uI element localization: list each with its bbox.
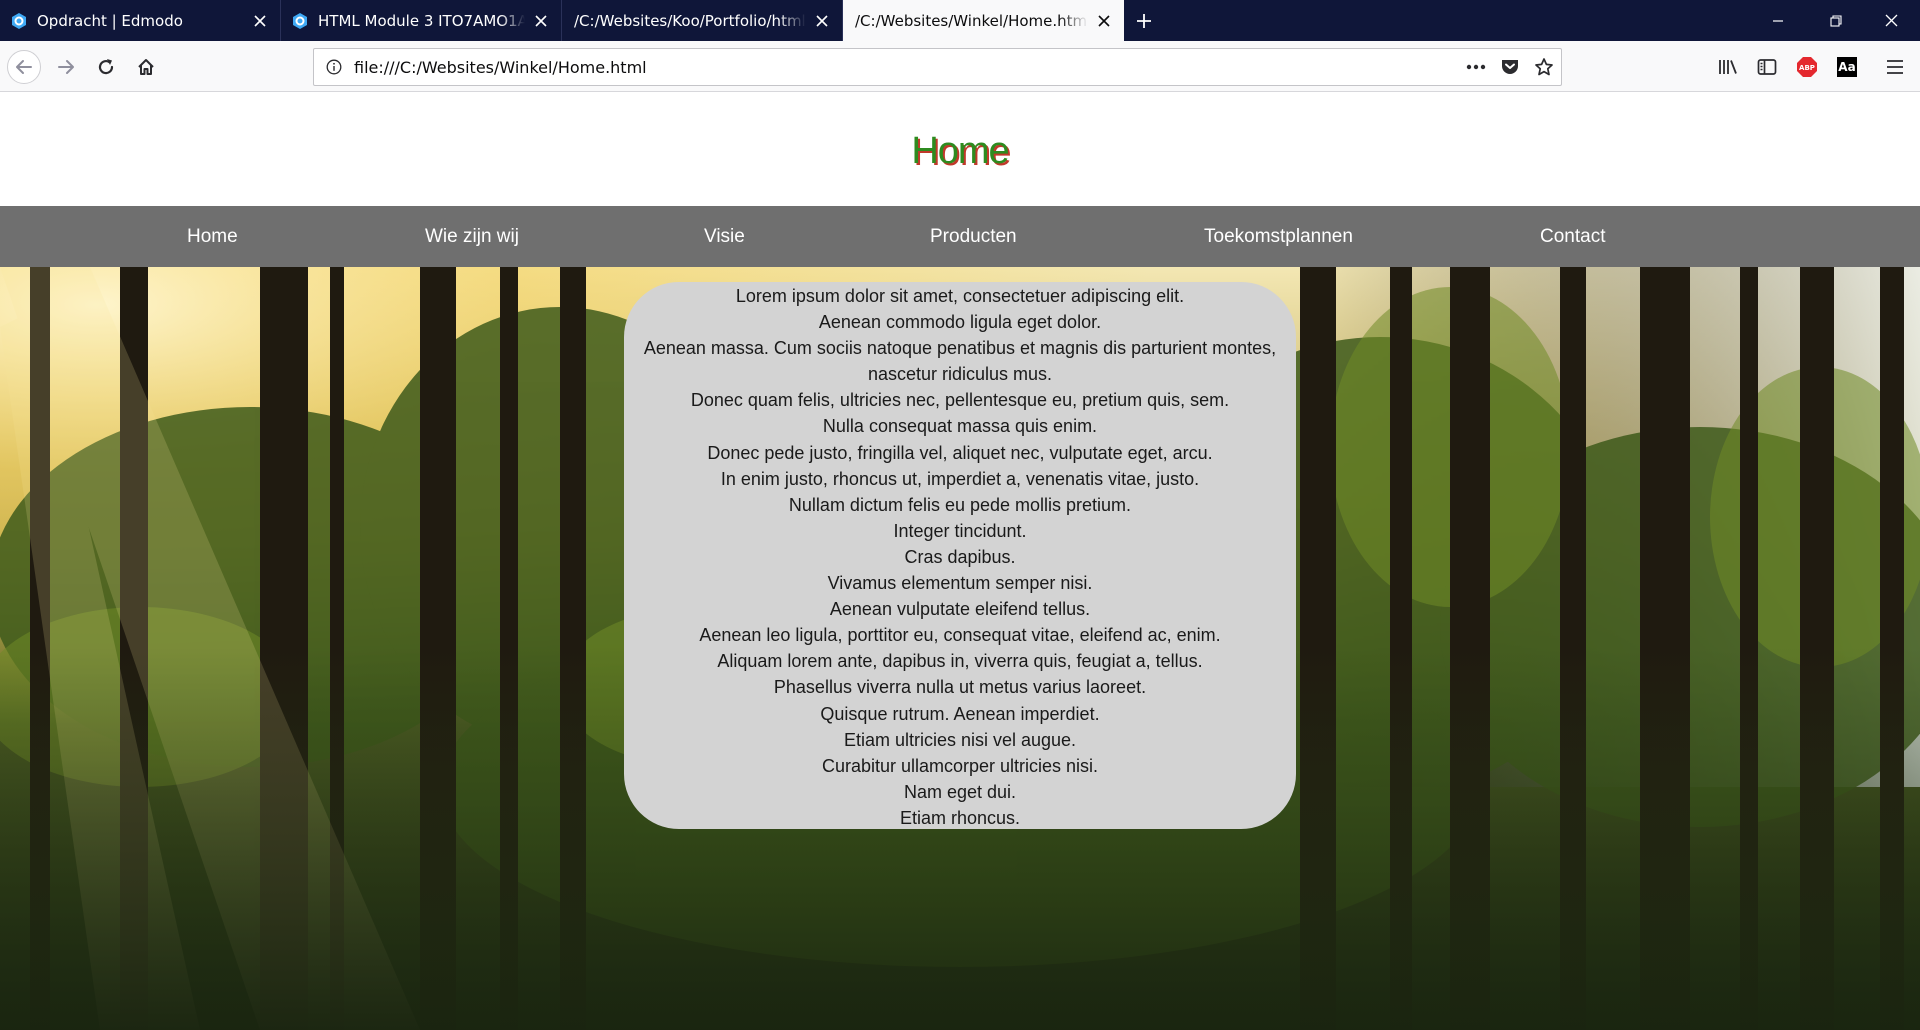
nav-link-wie-zijn-wij[interactable]: Wie zijn wij bbox=[425, 206, 519, 267]
close-icon[interactable] bbox=[531, 11, 551, 31]
content-box: Lorem ipsum dolor sit amet, consectetuer… bbox=[624, 282, 1296, 829]
edmodo-icon bbox=[291, 12, 309, 30]
close-icon[interactable] bbox=[250, 11, 270, 31]
minimize-icon[interactable] bbox=[1749, 0, 1807, 41]
page-header: Home bbox=[0, 92, 1920, 206]
sidebar-icon[interactable] bbox=[1750, 50, 1784, 84]
tab-title: HTML Module 3 ITO7AMO1A | bbox=[318, 11, 525, 30]
tab-html-module[interactable]: HTML Module 3 ITO7AMO1A | bbox=[281, 0, 562, 41]
content-line: Aenean vulputate eleifend tellus. bbox=[829, 599, 1091, 620]
content-line: nascetur ridiculus mus. bbox=[867, 364, 1053, 385]
content-line: Nam eget dui. bbox=[903, 781, 1017, 802]
menu-icon[interactable] bbox=[1878, 50, 1912, 84]
adblock-plus-icon[interactable]: ABP bbox=[1790, 50, 1824, 84]
content-line: Aenean leo ligula, porttitor eu, consequ… bbox=[699, 625, 1221, 646]
content-line: In enim justo, rhoncus ut, imperdiet a, … bbox=[720, 468, 1200, 489]
adblock-label: ABP bbox=[1799, 64, 1815, 72]
tab-title: /C:/Websites/Winkel/Home.html bbox=[855, 11, 1088, 30]
page-actions-icon[interactable] bbox=[1459, 50, 1493, 84]
site-navigation: Home Wie zijn wij Visie Producten Toekom… bbox=[0, 206, 1920, 267]
nav-link-home[interactable]: Home bbox=[187, 206, 238, 267]
home-button[interactable] bbox=[129, 50, 163, 84]
web-page: Home Home Wie zijn wij Visie Producten T… bbox=[0, 92, 1920, 1030]
content-line: Aenean commodo ligula eget dolor. bbox=[818, 312, 1102, 333]
pocket-icon[interactable] bbox=[1493, 50, 1527, 84]
info-icon[interactable] bbox=[314, 59, 354, 75]
tab-strip: Opdracht | Edmodo HTML Module 3 ITO7AMO1… bbox=[0, 0, 1920, 41]
forest-background: Lorem ipsum dolor sit amet, consectetuer… bbox=[0, 267, 1920, 1030]
bookmark-star-icon[interactable] bbox=[1527, 50, 1561, 84]
close-icon[interactable] bbox=[812, 11, 832, 31]
navigation-toolbar: file:///C:/Websites/Winkel/Home.html ABP… bbox=[0, 41, 1920, 92]
content-line: Curabitur ullamcorper ultricies nisi. bbox=[821, 755, 1099, 776]
content-line: Nullam dictum felis eu pede mollis preti… bbox=[788, 494, 1132, 515]
tab-winkel-home[interactable]: /C:/Websites/Winkel/Home.html bbox=[843, 0, 1124, 41]
content-line: Nulla consequat massa quis enim. bbox=[822, 416, 1098, 437]
content-line: Etiam ultricies nisi vel augue. bbox=[843, 729, 1077, 750]
content-line: Donec quam felis, ultricies nec, pellent… bbox=[690, 390, 1230, 411]
library-icon[interactable] bbox=[1711, 50, 1745, 84]
back-icon bbox=[16, 60, 32, 74]
content-line: Vivamus elementum semper nisi. bbox=[827, 573, 1093, 594]
content-line: Lorem ipsum dolor sit amet, consectetuer… bbox=[735, 286, 1185, 306]
reader-label: Aa bbox=[1837, 57, 1857, 77]
content-line: Donec pede justo, fringilla vel, aliquet… bbox=[707, 442, 1213, 463]
edmodo-icon bbox=[10, 12, 28, 30]
content-line: Cras dapibus. bbox=[904, 546, 1016, 567]
tab-portfolio[interactable]: /C:/Websites/Koo/Portfolio/html/p bbox=[562, 0, 843, 41]
nav-link-producten[interactable]: Producten bbox=[930, 206, 1017, 267]
reload-icon bbox=[98, 59, 114, 75]
content-line: Quisque rutrum. Aenean imperdiet. bbox=[820, 703, 1100, 724]
restore-icon[interactable] bbox=[1807, 0, 1865, 41]
window-close-icon[interactable] bbox=[1862, 0, 1920, 41]
content-line: Integer tincidunt. bbox=[893, 520, 1027, 541]
reload-button[interactable] bbox=[89, 50, 123, 84]
tab-title: /C:/Websites/Koo/Portfolio/html/p bbox=[574, 11, 806, 30]
page-title: Home bbox=[911, 130, 1009, 172]
forward-button[interactable] bbox=[49, 50, 83, 84]
nav-link-toekomstplannen[interactable]: Toekomstplannen bbox=[1204, 206, 1353, 267]
nav-link-contact[interactable]: Contact bbox=[1540, 206, 1605, 267]
url-bar[interactable]: file:///C:/Websites/Winkel/Home.html bbox=[313, 48, 1562, 86]
url-text: file:///C:/Websites/Winkel/Home.html bbox=[354, 57, 647, 77]
content-line: Etiam rhoncus. bbox=[899, 807, 1021, 828]
reader-aa-icon[interactable]: Aa bbox=[1830, 50, 1864, 84]
close-icon[interactable] bbox=[1094, 11, 1114, 31]
new-tab-button[interactable] bbox=[1124, 0, 1164, 41]
content-line: Aenean massa. Cum sociis natoque penatib… bbox=[643, 338, 1277, 359]
content-line: Phasellus viverra nulla ut metus varius … bbox=[773, 677, 1147, 698]
home-icon bbox=[138, 59, 154, 75]
content-line: Aliquam lorem ante, dapibus in, viverra … bbox=[717, 651, 1203, 672]
forward-icon bbox=[58, 60, 74, 74]
tab-edmodo-opdracht[interactable]: Opdracht | Edmodo bbox=[0, 0, 281, 41]
nav-link-visie[interactable]: Visie bbox=[704, 206, 745, 267]
tab-title: Opdracht | Edmodo bbox=[37, 11, 183, 30]
back-button[interactable] bbox=[7, 50, 41, 84]
